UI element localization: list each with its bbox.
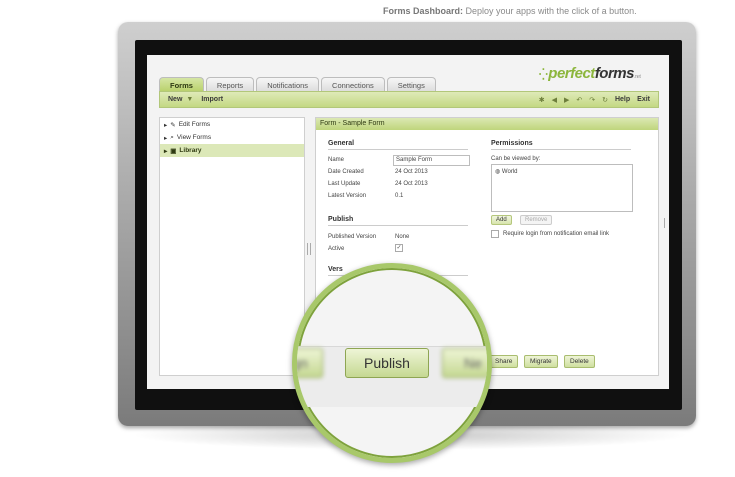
- pane-splitter[interactable]: [307, 243, 311, 255]
- require-login-label: Require login from notification email li…: [503, 231, 610, 237]
- logo-text-perfect: perfect: [548, 65, 595, 82]
- scroll-handle[interactable]: [664, 218, 667, 228]
- toolbar-right: ✱ ◀ ▶ ↶ ↷ ↻ Help Exit: [539, 96, 650, 104]
- migrate-button[interactable]: Migrate: [524, 355, 558, 368]
- expand-arrow-icon[interactable]: ▸: [164, 147, 167, 155]
- tab-reports[interactable]: Reports: [205, 77, 255, 92]
- logo-text-forms: forms: [594, 65, 635, 82]
- logo-mark-icon: ⁛: [539, 69, 548, 81]
- redo-icon[interactable]: ↷: [589, 96, 595, 104]
- settings-icon[interactable]: ✱: [539, 96, 545, 104]
- tree-item-label: Library: [179, 147, 202, 154]
- published-version-value: None: [395, 234, 410, 240]
- page-caption: Forms Dashboard: Deploy your apps with t…: [383, 6, 637, 16]
- date-created-value: 24 Oct 2013: [395, 169, 428, 175]
- panel-title: Form - Sample Form: [316, 118, 658, 130]
- name-label: Name: [328, 157, 345, 163]
- undo-icon[interactable]: ↶: [576, 96, 582, 104]
- perfectforms-logo: ⁛perfectforms.net: [539, 65, 641, 82]
- main-tabs: Forms Reports Notifications Connections …: [159, 77, 436, 92]
- import-button[interactable]: Import: [201, 96, 223, 103]
- delete-button[interactable]: Delete: [564, 355, 595, 368]
- active-label: Active: [328, 246, 345, 252]
- toolbar: New ▼ Import ✱ ◀ ▶ ↶ ↷ ↻ Help Exit: [159, 91, 659, 108]
- latest-version-label: Latest Version: [328, 193, 367, 199]
- caption-text: Deploy your apps with the click of a but…: [463, 6, 637, 16]
- pencil-icon: ✎: [170, 121, 176, 129]
- folder-icon: ▣: [170, 147, 177, 155]
- last-update-value: 24 Oct 2013: [395, 181, 428, 187]
- permission-item[interactable]: ◍ World: [492, 165, 632, 178]
- published-version-label: Published Version: [328, 234, 377, 240]
- share-button[interactable]: Share: [489, 355, 519, 368]
- add-button[interactable]: Add: [491, 215, 512, 225]
- require-login-checkbox[interactable]: [491, 230, 499, 238]
- last-update-label: Last Update: [328, 181, 361, 187]
- magnified-right-button: Ne: [442, 348, 487, 378]
- tab-settings[interactable]: Settings: [386, 77, 436, 92]
- general-heading: General: [328, 140, 468, 150]
- new-button[interactable]: New: [168, 96, 182, 103]
- magnified-left-button: gn: [297, 348, 323, 378]
- tab-forms[interactable]: Forms: [159, 77, 204, 92]
- tree-item-label: Edit Forms: [178, 121, 211, 128]
- permissions-heading: Permissions: [491, 140, 631, 150]
- help-link[interactable]: Help: [615, 96, 630, 103]
- tab-notifications[interactable]: Notifications: [256, 77, 320, 92]
- tab-connections[interactable]: Connections: [321, 77, 385, 92]
- tree-item-label: View Forms: [176, 134, 212, 141]
- name-field[interactable]: Sample Form: [393, 155, 470, 166]
- tree-item-edit-forms[interactable]: ▸ ✎ Edit Forms: [160, 118, 304, 131]
- publish-button[interactable]: Publish: [345, 348, 429, 378]
- exit-link[interactable]: Exit: [637, 96, 650, 103]
- remove-button[interactable]: Remove: [520, 215, 553, 225]
- tree-item-view-forms[interactable]: ▸ ⌕ View Forms: [160, 131, 304, 144]
- expand-arrow-icon[interactable]: ▸: [164, 134, 167, 142]
- globe-icon: ◍: [495, 169, 501, 175]
- caption-bold: Forms Dashboard:: [383, 6, 464, 16]
- magnifier-lens: gn Publish Ne: [292, 263, 492, 463]
- back-icon[interactable]: ◀: [552, 96, 557, 104]
- forward-icon[interactable]: ▶: [564, 96, 569, 104]
- tree-item-library[interactable]: ▸ ▣ Library: [160, 144, 304, 157]
- logo-suffix: .net: [634, 74, 641, 80]
- new-dropdown-icon[interactable]: ▼: [186, 96, 193, 103]
- forms-tree: ▸ ✎ Edit Forms ▸ ⌕ View Forms ▸ ▣ Library: [159, 117, 305, 376]
- latest-version-value: 0.1: [395, 193, 404, 199]
- permission-item-label: World: [501, 169, 518, 175]
- active-checkbox[interactable]: ✓: [395, 244, 403, 252]
- viewed-by-label: Can be viewed by:: [491, 156, 541, 162]
- expand-arrow-icon[interactable]: ▸: [164, 121, 167, 129]
- date-created-label: Date Created: [328, 169, 364, 175]
- permissions-list[interactable]: ◍ World: [491, 164, 633, 212]
- publish-heading: Publish: [328, 216, 468, 226]
- magnifier-icon: ⌕: [170, 133, 174, 141]
- refresh-icon[interactable]: ↻: [602, 96, 608, 104]
